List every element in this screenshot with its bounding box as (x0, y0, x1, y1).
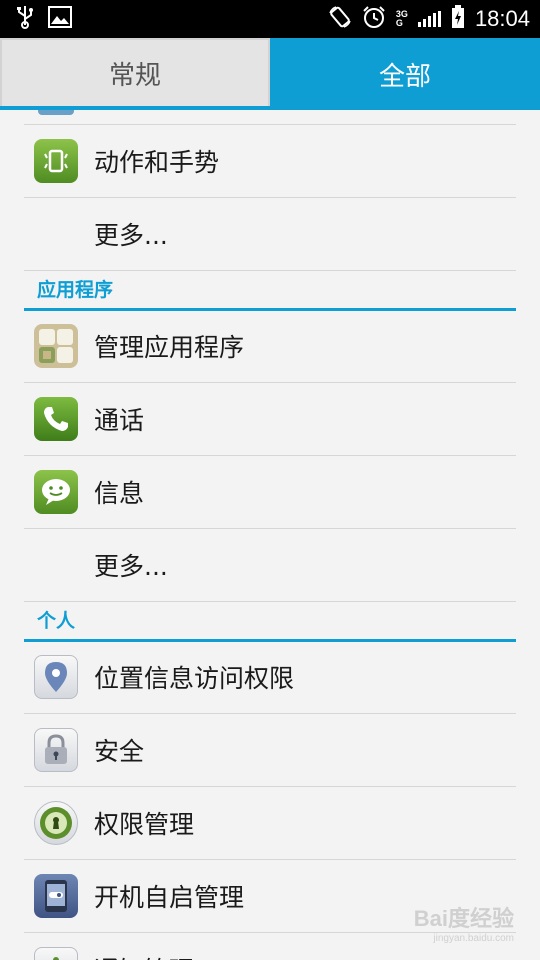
list-item-label: 权限管理 (94, 810, 195, 839)
rotate-icon (328, 5, 352, 33)
gesture-icon (34, 139, 78, 183)
startup-phone-icon (34, 874, 78, 918)
section-title: 个人 (37, 609, 76, 632)
keyhole-icon (34, 801, 78, 845)
section-header-apps: 应用程序 (24, 268, 516, 311)
list-item-label: 更多... (94, 221, 168, 250)
lock-icon (34, 728, 78, 772)
status-bar: 3G G 18:04 (0, 0, 540, 38)
signal-icon (417, 11, 441, 27)
location-pin-icon (34, 655, 78, 699)
list-item-call[interactable]: 通话 (24, 383, 516, 456)
tab-all[interactable]: 全部 (270, 38, 540, 110)
list-item-security[interactable]: 安全 (24, 714, 516, 787)
list-item-permissions[interactable]: 权限管理 (24, 787, 516, 860)
list-item-gestures[interactable]: 动作和手势 (24, 125, 516, 198)
partial-icon (38, 110, 74, 115)
alarm-icon (362, 5, 386, 33)
notification-icon (34, 947, 78, 960)
phone-icon (34, 397, 78, 441)
list-item-label: 开机自启管理 (94, 883, 245, 912)
list-item-manage-apps[interactable]: 管理应用程序 (24, 310, 516, 383)
battery-charging-icon (451, 5, 465, 33)
list-item-location[interactable]: 位置信息访问权限 (24, 641, 516, 714)
list-item-label: 动作和手势 (94, 148, 220, 177)
section-header-personal: 个人 (24, 599, 516, 642)
list-item-label: 安全 (94, 737, 145, 766)
list-item-label: 信息 (94, 479, 145, 508)
list-item-label: 通知管理 (94, 951, 194, 960)
clock: 18:04 (474, 6, 530, 31)
watermark: Bai度经验 jingyan.baidu.com (413, 906, 514, 944)
list-item-label: 更多... (94, 552, 168, 581)
list-item-more-2[interactable]: 更多... (24, 529, 516, 602)
message-icon (34, 470, 78, 514)
settings-list[interactable]: 动作和手势 更多... 应用程序 管理应用程序 通话 信息 更多... 个人 位… (0, 110, 540, 960)
list-item-label: 通话 (94, 406, 145, 435)
apps-grid-icon (34, 324, 78, 368)
section-title: 应用程序 (37, 278, 114, 301)
network-type: 3G G (395, 9, 408, 28)
tab-bar: 常规 全部 (0, 38, 540, 110)
list-item-label: 管理应用程序 (94, 333, 245, 362)
usb-icon (16, 5, 34, 33)
list-item-more-1[interactable]: 更多... (24, 198, 516, 271)
list-item-messages[interactable]: 信息 (24, 456, 516, 529)
tab-general[interactable]: 常规 (0, 38, 270, 110)
list-item-label: 位置信息访问权限 (94, 664, 295, 693)
image-icon (48, 6, 72, 32)
